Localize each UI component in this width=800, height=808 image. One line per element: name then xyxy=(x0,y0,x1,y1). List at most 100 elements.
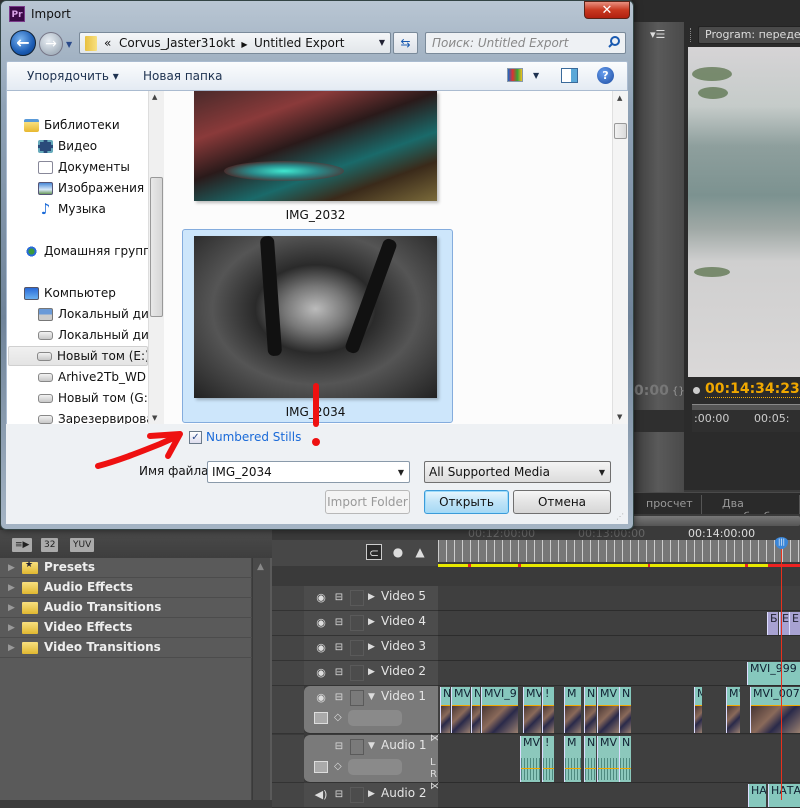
sync-lock-icon[interactable]: ⊟ xyxy=(332,666,346,680)
track-lane[interactable] xyxy=(438,636,800,661)
track-lock-toggle[interactable] xyxy=(350,690,364,706)
track-lock-toggle[interactable] xyxy=(350,665,364,681)
file-thumbnail-img-2032[interactable] xyxy=(194,91,437,201)
help-icon[interactable]: ? xyxy=(597,67,614,84)
track-target-area[interactable] xyxy=(272,661,304,686)
scroll-up-icon[interactable]: ▲ xyxy=(152,93,157,101)
timeline-clip[interactable]: M xyxy=(694,687,702,733)
expand-triangle-icon[interactable]: ▶ xyxy=(8,563,15,573)
program-monitor-tab[interactable]: Program: переделк xyxy=(698,26,800,44)
sync-lock-icon[interactable]: ⊟ xyxy=(332,641,346,655)
nav-item[interactable]: Локальный диск xyxy=(38,325,148,345)
keyframe-icon[interactable]: ◇ xyxy=(334,761,342,772)
change-view-icon[interactable] xyxy=(507,68,523,82)
collapse-triangle-icon[interactable]: ▼ xyxy=(368,692,375,702)
expand-triangle-icon[interactable]: ▶ xyxy=(368,642,375,652)
playhead-line[interactable] xyxy=(781,544,782,800)
chevron-down-icon[interactable]: ▼ xyxy=(398,468,404,477)
effects-item-presets[interactable]: ▶ Presets xyxy=(0,558,252,578)
track-target-area[interactable] xyxy=(272,783,304,808)
effects-item-video-transitions[interactable]: ▶ Video Transitions xyxy=(0,638,252,658)
file-thumbnail-img-2034[interactable] xyxy=(194,235,437,398)
effects-item-video-effects[interactable]: ▶ Video Effects xyxy=(0,618,252,638)
add-marker-icon[interactable]: ▲ xyxy=(412,544,428,560)
expand-triangle-icon[interactable]: ▶ xyxy=(368,667,375,677)
scrollbar-thumb[interactable] xyxy=(614,123,627,139)
file-list-scrollbar[interactable]: ▲ ▼ xyxy=(612,91,628,424)
open-button[interactable]: Открыть xyxy=(424,490,509,514)
expand-triangle-icon[interactable]: ▶ xyxy=(8,643,15,653)
timeline-clip[interactable]: ! xyxy=(542,687,554,733)
nav-item[interactable]: ♪ Музыка xyxy=(38,199,148,219)
accelerated-effects-button[interactable]: ≡▶ xyxy=(12,538,33,552)
scroll-up-icon[interactable]: ▲ xyxy=(257,562,264,572)
eye-icon[interactable]: ◉ xyxy=(314,616,328,630)
scroll-up-icon[interactable]: ▲ xyxy=(617,94,622,102)
preview-pane-icon[interactable] xyxy=(561,68,578,83)
keyframe-navigator[interactable] xyxy=(348,759,402,775)
sync-lock-icon[interactable]: ⊟ xyxy=(332,591,346,605)
timeline-clip[interactable]: MV xyxy=(520,736,540,782)
breadcrumb-separator-icon[interactable]: ▶ xyxy=(239,40,250,49)
source-ruler[interactable] xyxy=(632,410,684,432)
set-marker-icon[interactable]: ● xyxy=(390,544,406,560)
track-header-video-4[interactable]: ◉ ⊟ ▶ Video 4 xyxy=(304,611,438,636)
eye-icon[interactable]: ◉ xyxy=(314,691,328,705)
keyframe-icon[interactable]: ◇ xyxy=(334,712,342,723)
timeline-clip[interactable]: MVI_0075 xyxy=(750,687,800,733)
32bit-effects-button[interactable]: 32 xyxy=(41,538,59,552)
tab-sequence-dva[interactable]: Два далбоеба xyxy=(714,495,800,523)
breadcrumb-overflow[interactable]: « xyxy=(104,36,111,50)
import-folder-button[interactable]: Import Folder xyxy=(325,490,410,514)
eye-icon[interactable]: ◉ xyxy=(314,641,328,655)
nav-item[interactable]: Локальный диск xyxy=(38,304,148,324)
source-in-out-icon[interactable]: {} xyxy=(672,386,685,397)
timeline-clip[interactable]: M xyxy=(564,687,581,733)
nav-item[interactable]: Домашняя группа xyxy=(24,241,148,261)
track-header-video-1[interactable]: ◉ ⊟ ▼ Video 1 ◇ xyxy=(304,686,438,734)
track-target-area[interactable] xyxy=(272,611,304,636)
track-lock-toggle[interactable] xyxy=(350,640,364,656)
timeline-clip[interactable]: НА xyxy=(748,784,766,807)
scroll-down-icon[interactable]: ▼ xyxy=(152,414,157,422)
timeline-clip[interactable]: MV xyxy=(597,736,619,782)
filename-input[interactable]: IMG_2034 ▼ xyxy=(207,461,410,483)
search-input[interactable]: Поиск: Untitled Export xyxy=(425,32,626,54)
timeline-clip[interactable]: Е xyxy=(789,612,800,635)
timeline-clip[interactable]: MV xyxy=(451,687,470,733)
track-target-area[interactable] xyxy=(272,636,304,661)
track-header-audio-2[interactable]: ◀) ⊟ ▶ Audio 2 ⋈ xyxy=(304,781,440,808)
expand-triangle-icon[interactable]: ▶ xyxy=(8,583,15,593)
timeline-clip[interactable]: M xyxy=(564,736,581,782)
numbered-stills-checkbox[interactable]: ✓ xyxy=(189,431,202,444)
timeline-clip[interactable]: N xyxy=(619,687,631,733)
new-folder-button[interactable]: Новая папка xyxy=(143,69,222,83)
program-ruler[interactable]: :00:00 00:05: xyxy=(692,410,800,432)
track-lane[interactable] xyxy=(438,661,800,686)
waveform-display-icon[interactable] xyxy=(314,761,328,773)
tab-sequence-proschet[interactable]: просчет xyxy=(638,495,702,514)
refresh-button[interactable]: ⇆ xyxy=(393,32,418,54)
program-timecode[interactable]: 00:14:34:23 xyxy=(705,381,800,398)
timeline-clip[interactable]: MVI_9 xyxy=(481,687,518,733)
timeline-clip[interactable]: N xyxy=(584,687,596,733)
nav-item[interactable]: Компьютер xyxy=(24,283,148,303)
toggle-audio-icon[interactable] xyxy=(314,740,328,754)
cancel-button[interactable]: Отмена xyxy=(513,490,611,514)
keyframe-navigator[interactable] xyxy=(348,710,402,726)
expand-triangle-icon[interactable]: ▶ xyxy=(8,603,15,613)
file-type-select[interactable]: All Supported Media ▼ xyxy=(424,461,611,483)
track-header-video-2[interactable]: ◉ ⊟ ▶ Video 2 xyxy=(304,661,438,686)
timeline-clip[interactable]: ! xyxy=(542,736,554,782)
chevron-down-icon[interactable]: ▼ xyxy=(599,468,605,477)
nav-item[interactable]: Библиотеки xyxy=(24,115,148,135)
timeline-clip[interactable]: M' xyxy=(726,687,740,733)
work-area-bar[interactable] xyxy=(438,564,800,567)
track-header-video-5[interactable]: ◉ ⊟ ▶ Video 5 xyxy=(304,586,438,611)
address-bar[interactable]: « Corvus_Jaster31okt ▶ Untitled Export ▼ xyxy=(79,32,391,54)
file-name[interactable]: IMG_2032 xyxy=(194,208,437,222)
display-style-icon[interactable] xyxy=(314,712,328,724)
view-dropdown-icon[interactable]: ▼ xyxy=(533,71,539,80)
timeline-clip[interactable]: N xyxy=(440,687,450,733)
track-header-video-3[interactable]: ◉ ⊟ ▶ Video 3 xyxy=(304,636,438,661)
